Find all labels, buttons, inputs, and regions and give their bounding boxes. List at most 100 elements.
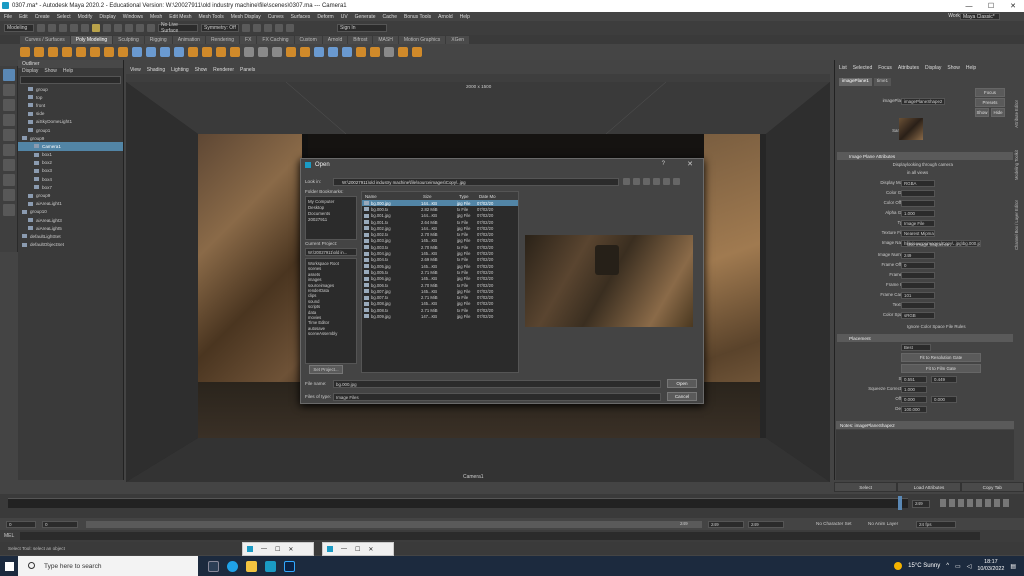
viewport-menu-lighting[interactable]: Lighting <box>171 67 189 73</box>
outliner-item[interactable]: group9 <box>18 134 123 142</box>
file-column-name[interactable]: Name <box>362 194 420 199</box>
thumb2-close-icon[interactable]: ✕ <box>368 546 373 553</box>
attr-row-value[interactable]: Nearest Mipmap <box>901 230 935 237</box>
multi-cut-icon[interactable] <box>244 47 254 57</box>
outliner-menu-show[interactable]: Show <box>44 68 57 75</box>
list-view-icon[interactable] <box>663 178 670 185</box>
squeeze-field[interactable]: 1.000 <box>901 386 927 393</box>
menu-modify[interactable]: Modify <box>78 14 93 20</box>
outliner-item[interactable]: defaultObjectSet <box>18 241 123 249</box>
shelf-tab-curves-surfaces[interactable]: Curves / Surfaces <box>20 35 70 44</box>
file-row[interactable]: bg.009.jpg 147...KB jpg File 07/02/20 <box>362 313 518 319</box>
step-back-frame-icon[interactable] <box>958 499 964 507</box>
redo-icon[interactable] <box>81 24 89 32</box>
photoshop-icon[interactable] <box>284 560 295 572</box>
file-row[interactable]: bg.003.jpg 145...KB jpg File 07/02/20 <box>362 238 518 244</box>
viewport-menu-renderer[interactable]: Renderer <box>213 67 234 73</box>
fill-hole-icon[interactable] <box>230 47 240 57</box>
step-forward-frame-icon[interactable] <box>985 499 991 507</box>
current-frame-field[interactable]: 249 <box>912 500 930 508</box>
outliner-item[interactable]: box7 <box>18 183 123 191</box>
edge-browser-icon[interactable] <box>227 560 238 572</box>
outliner-item[interactable]: box4 <box>18 175 123 183</box>
poly-plane-icon[interactable] <box>90 47 100 57</box>
section-placement[interactable]: Placement <box>837 334 1013 342</box>
open-button[interactable]: Open <box>667 379 697 388</box>
file-column-date-mo[interactable]: Date Mo <box>476 194 502 199</box>
attr-menu-list[interactable]: List <box>839 65 847 71</box>
attr-tab-time1[interactable]: time1 <box>873 78 892 86</box>
extrude-icon[interactable] <box>188 47 198 57</box>
maya-window-thumbnail[interactable]: — ☐ ✕ <box>242 542 314 556</box>
shelf-tab-xgen[interactable]: XGen <box>446 35 470 44</box>
step-back-key-icon[interactable] <box>949 499 955 507</box>
attr-row-value[interactable] <box>901 272 935 279</box>
poly-cone-icon[interactable] <box>62 47 72 57</box>
fit-select[interactable]: Best <box>901 344 931 351</box>
poly-sphere-icon[interactable] <box>20 47 30 57</box>
undo-icon[interactable] <box>70 24 78 32</box>
looking-through-radio[interactable]: looking through camera <box>907 162 953 167</box>
viewport-menu-panels[interactable]: Panels <box>240 67 255 73</box>
weather-text[interactable]: 15°C Sunny <box>908 563 940 569</box>
show-button[interactable]: Show <box>975 108 989 117</box>
file-row[interactable]: bg.008.jpg 145...KB jpg File 07/02/20 <box>362 301 518 307</box>
attr-menu-attributes[interactable]: Attributes <box>898 65 919 71</box>
range-end-field[interactable]: 249 <box>708 521 744 528</box>
snap-point-icon[interactable] <box>147 24 155 32</box>
go-to-start-icon[interactable] <box>940 499 946 507</box>
viewport-menu-show[interactable]: Show <box>195 67 208 73</box>
menu-display[interactable]: Display <box>99 14 115 20</box>
dialog-help-button[interactable]: ? <box>662 161 665 167</box>
attr-row-value[interactable]: Image File <box>901 220 935 227</box>
side-tab-channel-box[interactable]: Channel Box / Layer Editor <box>1014 200 1024 250</box>
outliner-item[interactable]: top <box>18 93 123 101</box>
outliner-item[interactable]: box1 <box>18 151 123 159</box>
auto-map-icon[interactable] <box>342 47 352 57</box>
menu-edit[interactable]: Edit <box>19 14 28 20</box>
shelf-tab-motion-graphics[interactable]: Motion Graphics <box>398 35 446 44</box>
menu-deform[interactable]: Deform <box>317 14 333 20</box>
smooth-icon[interactable] <box>160 47 170 57</box>
thumb2-maximize-icon[interactable]: ☐ <box>355 546 360 553</box>
parent-folder-icon[interactable] <box>643 178 650 185</box>
character-set-select[interactable]: No Character Set <box>816 521 852 526</box>
load-attributes-button[interactable]: Load Attributes <box>897 482 961 492</box>
menu-set-select[interactable]: Modeling <box>4 24 34 32</box>
new-folder-icon[interactable] <box>653 178 660 185</box>
attr-row-value[interactable]: sRGB <box>901 312 935 319</box>
viewport-menu-shading[interactable]: Shading <box>147 67 165 73</box>
file-row[interactable]: bg.007.tx 2.71 MiB tx File 07/02/20 <box>362 294 518 300</box>
outliner-item[interactable]: box2 <box>18 159 123 167</box>
attr-row-value[interactable]: 0 <box>901 262 935 269</box>
menu-curves[interactable]: Curves <box>268 14 284 20</box>
menu-create[interactable]: Create <box>35 14 50 20</box>
outliner-item[interactable]: aiSkyDomeLight1 <box>18 118 123 126</box>
combine-icon[interactable] <box>132 47 142 57</box>
imageplane-name-field[interactable]: imagePlaneShape2 <box>901 98 945 105</box>
menu-mesh-display[interactable]: Mesh Display <box>231 14 261 20</box>
shelf-tab-arnold[interactable]: Arnold <box>322 35 348 44</box>
menu-select[interactable]: Select <box>57 14 71 20</box>
outliner-menu-display[interactable]: Display <box>22 68 38 75</box>
outliner-item[interactable]: group <box>18 85 123 93</box>
graph-editor-layout-icon[interactable] <box>3 204 15 216</box>
file-row[interactable]: bg.005.tx 2.71 MiB tx File 07/02/20 <box>362 269 518 275</box>
open-scene-icon[interactable] <box>48 24 56 32</box>
file-row[interactable]: bg.008.tx 2.71 MiB tx File 07/02/20 <box>362 307 518 313</box>
step-forward-key-icon[interactable] <box>994 499 1000 507</box>
range-start-field[interactable]: 0 <box>6 521 36 528</box>
attr-row-value[interactable]: 101 <box>901 292 935 299</box>
outliner-menu-help[interactable]: Help <box>63 68 73 75</box>
file-row[interactable]: bg.004.tx 2.69 MiB tx File 07/02/20 <box>362 257 518 263</box>
cancel-button[interactable]: Cancel <box>667 392 697 401</box>
shelf-tab-fx-caching[interactable]: FX Caching <box>257 35 294 44</box>
task-view-icon[interactable] <box>208 560 219 572</box>
taskbar-search-input[interactable]: Type here to search <box>18 556 198 576</box>
file-row[interactable]: bg.002.jpg 144...KB jpg File 07/02/20 <box>362 225 518 231</box>
bevel-icon[interactable] <box>216 47 226 57</box>
file-row[interactable]: bg.006.tx 2.70 MiB tx File 07/02/20 <box>362 282 518 288</box>
shelf-tab-mash[interactable]: MASH <box>373 35 398 44</box>
size-x-field[interactable]: 0.551 <box>901 376 927 383</box>
notifications-icon[interactable]: ▤ <box>1010 563 1016 570</box>
